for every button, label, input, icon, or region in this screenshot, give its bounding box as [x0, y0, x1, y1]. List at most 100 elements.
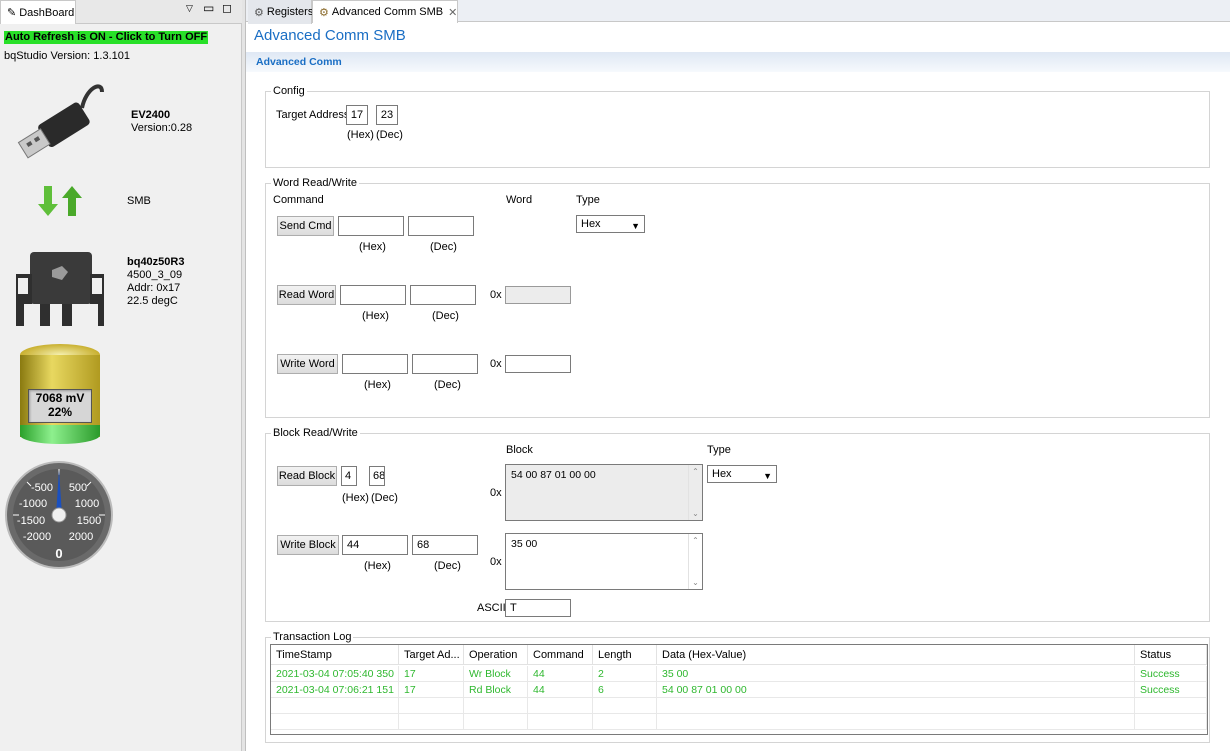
send-cmd-dec-input[interactable]: [408, 216, 474, 236]
column-header[interactable]: Status: [1135, 645, 1207, 665]
write-block-hex-input[interactable]: 44: [342, 535, 408, 555]
write-block-data-input[interactable]: 35 00 ⌃ ⌄: [505, 533, 703, 590]
send-cmd-button[interactable]: Send Cmd: [277, 216, 334, 236]
config-group: [265, 91, 1210, 168]
hex-prefix: 0x: [490, 487, 502, 499]
battery-indicator: 7068 mV 22%: [20, 344, 100, 448]
device-name: bq40z50R3: [127, 256, 185, 268]
editor-tabbar: ⚙ Registers ⚙ Advanced Comm SMB ✕: [246, 0, 1230, 24]
read-block-hex-input[interactable]: 4: [341, 466, 357, 486]
block-group-label: Block Read/Write: [271, 427, 360, 439]
table-cell: 2021-03-04 07:05:40 350: [271, 666, 399, 682]
hex-caption: (Hex): [342, 492, 369, 504]
dashboard-panel: ✎ DashBoard ▽ ▭ ◻ Auto Refresh is ON - C…: [0, 0, 242, 751]
dec-caption: (Dec): [430, 241, 457, 253]
read-word-dec-input[interactable]: [410, 285, 476, 305]
hex-caption: (Hex): [362, 310, 389, 322]
column-header[interactable]: Operation: [464, 645, 528, 665]
read-word-button[interactable]: Read Word: [277, 285, 336, 305]
config-group-label: Config: [271, 85, 307, 97]
chevron-down-icon: ▼: [763, 471, 772, 481]
read-block-button[interactable]: Read Block: [277, 466, 337, 486]
table-cell: 2: [593, 666, 657, 682]
battery-voltage: 7068 mV: [35, 391, 85, 405]
hex-prefix: 0x: [490, 358, 502, 370]
adapter-name: EV2400: [131, 109, 171, 121]
column-header[interactable]: Command: [528, 645, 593, 665]
gauge-value: 0: [55, 546, 62, 561]
scrollbar[interactable]: ⌃ ⌄: [688, 534, 702, 589]
hex-prefix: 0x: [490, 289, 502, 301]
device-address: Addr: 0x17: [127, 282, 181, 294]
table-row[interactable]: 2021-03-04 07:05:40 350 17 Wr Block 44 2…: [271, 666, 1207, 682]
page-title: Advanced Comm SMB: [254, 27, 406, 44]
dec-caption: (Dec): [371, 492, 398, 504]
transaction-log-table[interactable]: TimeStamp Target Ad... Operation Command…: [270, 644, 1208, 735]
device-firmware: 4500_3_09: [127, 269, 183, 281]
send-cmd-hex-input[interactable]: [338, 216, 404, 236]
command-label: Command: [273, 194, 324, 206]
column-header[interactable]: Target Ad...: [399, 645, 464, 665]
target-address-hex-input[interactable]: 17: [346, 105, 368, 125]
read-word-hex-input[interactable]: [340, 285, 406, 305]
close-icon[interactable]: ✕: [448, 6, 457, 19]
tab-registers[interactable]: ⚙ Registers: [248, 0, 314, 24]
table-row[interactable]: 2021-03-04 07:06:21 151 17 Rd Block 44 6…: [271, 682, 1207, 698]
chip-device-icon: [16, 252, 104, 326]
ascii-field[interactable]: T: [505, 599, 571, 617]
column-header[interactable]: Data (Hex-Value): [657, 645, 1135, 665]
chevron-down-icon: ▼: [631, 221, 640, 231]
block-group: [265, 433, 1210, 622]
device-temperature: 22.5 degC: [127, 295, 178, 307]
write-block-button[interactable]: Write Block: [277, 535, 339, 555]
word-type-select[interactable]: Hex ▼: [576, 215, 645, 233]
tab-advanced-comm-label: Advanced Comm SMB: [331, 6, 444, 18]
usb-adapter-icon: [17, 84, 104, 159]
table-header: TimeStamp Target Ad... Operation Command…: [271, 645, 1207, 665]
table-cell: Success: [1135, 682, 1207, 698]
hex-prefix: 0x: [490, 556, 502, 568]
gauge-tick-label: -1500: [17, 515, 45, 527]
minimize-icon[interactable]: ▭: [203, 1, 214, 15]
read-block-dec-input[interactable]: 68: [369, 466, 385, 486]
dec-caption: (Dec): [376, 129, 403, 141]
table-cell: 44: [528, 666, 593, 682]
dec-caption: (Dec): [434, 379, 461, 391]
tab-advanced-comm-smb[interactable]: ⚙ Advanced Comm SMB ✕: [312, 0, 458, 23]
read-word-value-output: [505, 286, 571, 304]
word-type-value: Hex: [581, 218, 601, 230]
tab-dashboard[interactable]: ✎ DashBoard: [0, 0, 76, 24]
ascii-label: ASCII: [477, 602, 506, 614]
column-header[interactable]: TimeStamp: [271, 645, 399, 665]
gauge-tick-label: 2000: [69, 531, 93, 543]
word-type-label: Type: [576, 194, 600, 206]
maximize-icon[interactable]: ◻: [222, 1, 232, 15]
table-cell: 2021-03-04 07:06:21 151: [271, 682, 399, 698]
view-menu-icon[interactable]: ▽: [186, 3, 193, 14]
block-label: Block: [506, 444, 533, 456]
target-address-dec-input[interactable]: 23: [376, 105, 398, 125]
write-word-hex-input[interactable]: [342, 354, 408, 374]
word-group-label: Word Read/Write: [271, 177, 359, 189]
editor-area: ⚙ Registers ⚙ Advanced Comm SMB ✕ Advanc…: [246, 0, 1230, 751]
write-word-value-input[interactable]: [505, 355, 571, 373]
write-word-dec-input[interactable]: [412, 354, 478, 374]
block-type-select[interactable]: Hex ▼: [707, 465, 777, 483]
table-cell: Wr Block: [464, 666, 528, 682]
section-header-bar: [246, 52, 1230, 72]
tab-dashboard-label: DashBoard: [19, 6, 75, 19]
hex-caption: (Hex): [364, 560, 391, 572]
table-row-empty: [271, 714, 1207, 730]
write-word-button[interactable]: Write Word: [277, 354, 338, 374]
write-block-data-text: 35 00: [511, 538, 538, 550]
tab-registers-label: Registers: [266, 6, 314, 18]
scrollbar[interactable]: ⌃ ⌄: [688, 465, 702, 520]
gauge-tick-label: 1000: [75, 498, 99, 510]
table-cell: 6: [593, 682, 657, 698]
auto-refresh-toggle[interactable]: Auto Refresh is ON - Click to Turn OFF: [4, 31, 209, 44]
write-block-dec-input[interactable]: 68: [412, 535, 478, 555]
version-text: bqStudio Version: 1.3.101: [4, 50, 130, 62]
word-group: [265, 183, 1210, 418]
column-header[interactable]: Length: [593, 645, 657, 665]
target-address-label: Target Address: [276, 109, 350, 121]
